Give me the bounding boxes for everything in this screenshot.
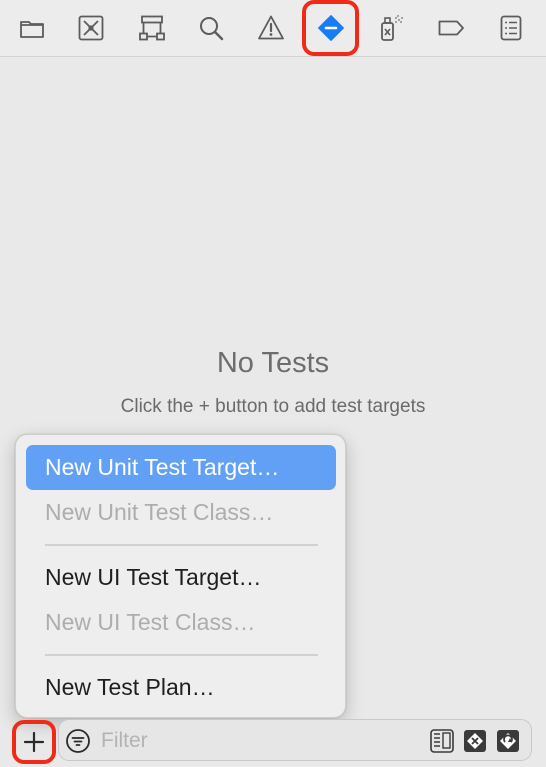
skipped-tests-filter-icon[interactable] <box>495 728 521 754</box>
breakpoint-tag-icon[interactable] <box>429 6 473 50</box>
menu-item-new-unit-test-class: New Unit Test Class… <box>45 499 274 525</box>
folder-icon[interactable] <box>10 6 54 50</box>
failed-tests-filter-icon[interactable] <box>462 728 488 754</box>
plus-icon <box>23 731 45 753</box>
symbol-hierarchy-icon[interactable] <box>130 6 174 50</box>
selected-tab-highlight <box>302 0 359 56</box>
warning-icon[interactable] <box>249 6 293 50</box>
source-control-icon[interactable] <box>69 6 113 50</box>
menu-separator <box>45 654 318 656</box>
search-icon[interactable] <box>189 6 233 50</box>
report-list-icon[interactable] <box>489 6 533 50</box>
menu-item-new-unit-test-target[interactable]: New Unit Test Target… <box>26 445 336 490</box>
menu-item-new-ui-test-target[interactable]: New UI Test Target… <box>26 555 336 600</box>
menu-item-new-ui-test-class: New UI Test Class… <box>45 609 256 635</box>
filter-icon[interactable] <box>65 728 91 754</box>
add-menu: New Unit Test Target… New Unit Test Clas… <box>15 434 346 718</box>
navigator-toolbar <box>0 0 546 57</box>
add-button[interactable] <box>12 720 56 764</box>
filter-field <box>58 719 532 761</box>
bottom-bar <box>0 715 546 767</box>
empty-state-subtitle: Click the + button to add test targets <box>120 396 426 417</box>
menu-separator <box>45 544 318 546</box>
empty-state-title: No Tests <box>216 347 330 379</box>
debug-spray-icon[interactable] <box>369 6 413 50</box>
scheme-filter-icon[interactable] <box>429 728 455 754</box>
filter-input[interactable] <box>99 725 423 757</box>
menu-item-new-test-plan[interactable]: New Test Plan… <box>26 665 336 710</box>
